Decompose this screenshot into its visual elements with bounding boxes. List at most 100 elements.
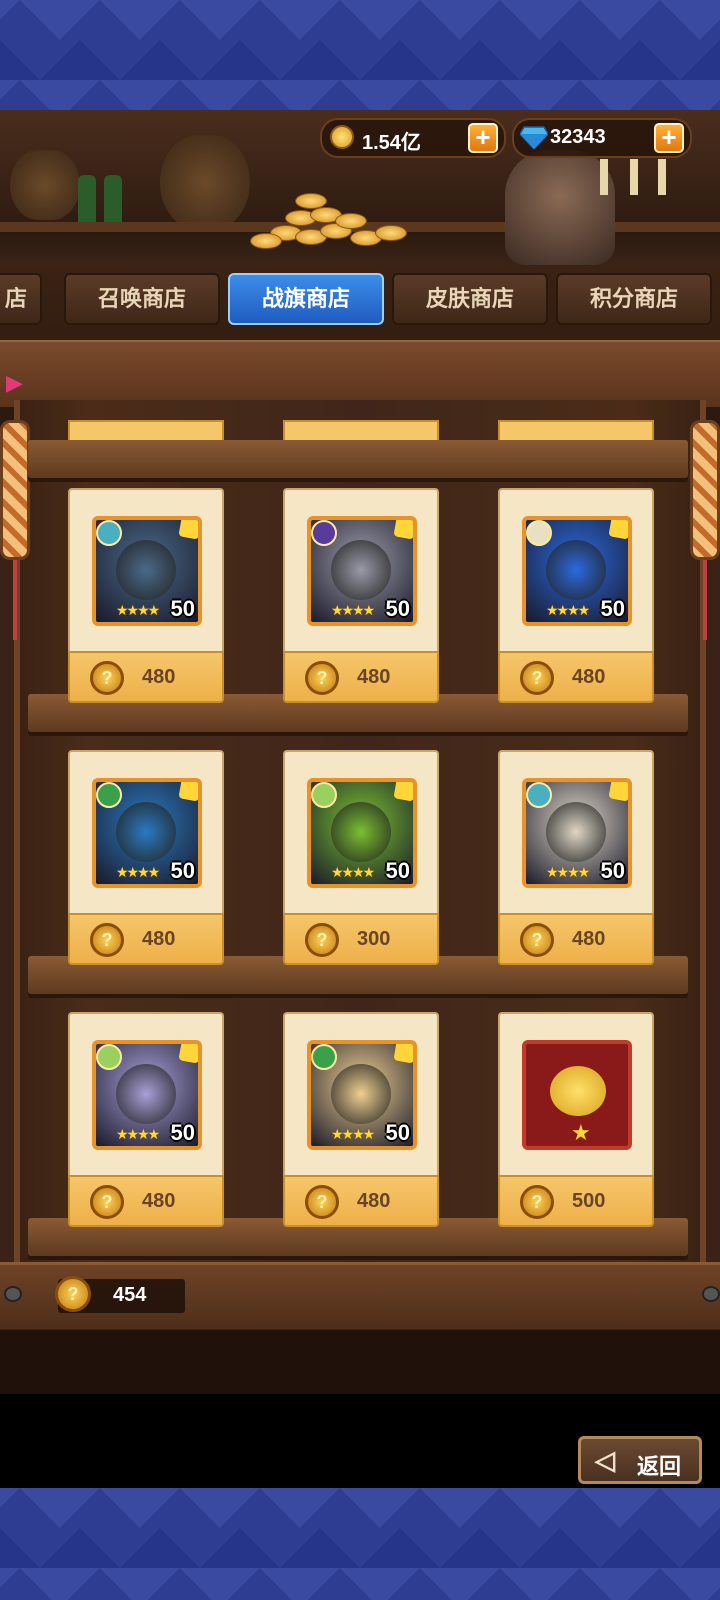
- lantern-decoration: [0, 420, 30, 560]
- star-icon: ★: [571, 1120, 591, 1145]
- shop-item-card[interactable]: ★★★★ 50? 480: [68, 750, 224, 965]
- lantern-decoration: [690, 420, 720, 560]
- puzzle-piece-icon: [393, 782, 413, 802]
- star-rating: ★★★★: [116, 1126, 160, 1142]
- shop-item-card[interactable]: ★★★★ 50? 480: [283, 488, 439, 703]
- hero-face-image: [331, 540, 391, 600]
- hero-face-image: [546, 540, 606, 600]
- faction-icon: [526, 520, 552, 546]
- back-button[interactable]: ◁ 返回: [578, 1436, 702, 1484]
- shop-item-card[interactable]: ★★★★ 50 ? 300: [283, 750, 439, 965]
- tab-skin-shop[interactable]: 皮肤商店: [392, 273, 548, 325]
- tab-points-shop[interactable]: 积分商店: [556, 273, 712, 325]
- top-background: [0, 0, 720, 110]
- tab-partial[interactable]: 店: [0, 273, 42, 325]
- lantern-tassel: [13, 560, 17, 640]
- dark-band: [0, 1330, 720, 1394]
- banner-coin-icon: ?: [520, 1185, 554, 1219]
- shop-item-card[interactable]: ★ ? 500: [498, 1012, 654, 1227]
- lantern-tassel: [703, 560, 707, 640]
- gem-value: 32343: [550, 126, 606, 148]
- bottle-decoration: [78, 175, 96, 225]
- faction-icon: [311, 1044, 337, 1070]
- shop-item-card[interactable]: ★★★★ 50? 480: [498, 488, 654, 703]
- footer-bar: [0, 1262, 720, 1329]
- star-rating: ★★★★: [331, 1126, 375, 1142]
- item-card-top: ★★★★ 50: [68, 488, 224, 651]
- item-price-bar[interactable]: ? 480: [283, 651, 439, 703]
- basket-decoration: [10, 150, 80, 220]
- puzzle-piece-icon: [178, 782, 198, 802]
- item-price: 480: [572, 928, 606, 950]
- banner-coin-icon: ?: [305, 923, 339, 957]
- puzzle-piece-icon: [393, 1044, 413, 1064]
- shop-item-card[interactable]: ★★★★ 50? 480: [498, 750, 654, 965]
- diamond-icon: [520, 126, 548, 149]
- item-price-bar[interactable]: ? 500: [498, 1175, 654, 1227]
- hero-level: 50: [170, 1120, 195, 1145]
- star-rating: ★★★★: [331, 602, 375, 618]
- banner-coin-icon: ?: [90, 923, 124, 957]
- puzzle-piece-icon: [608, 782, 628, 802]
- item-price-bar[interactable]: ? 300: [283, 913, 439, 965]
- shopkeeper-image: [505, 150, 615, 265]
- hero-portrait: ★★★★ 50: [307, 778, 417, 888]
- item-price-bar[interactable]: ? 480: [498, 651, 654, 703]
- gem-resource: 32343 +: [512, 118, 692, 158]
- item-price-bar[interactable]: ? 480: [498, 913, 654, 965]
- side-panel-arrow-icon[interactable]: ▶: [6, 370, 23, 396]
- item-price-bar[interactable]: ? 480: [68, 1175, 224, 1227]
- item-price-bar[interactable]: ? 480: [68, 913, 224, 965]
- shop-item-card[interactable]: ★★★★ 50? 480: [283, 1012, 439, 1227]
- item-card-top: ★★★★ 50: [283, 488, 439, 651]
- hero-level: 50: [385, 858, 410, 883]
- candle-decoration: [600, 159, 608, 195]
- faction-icon: [526, 782, 552, 808]
- item-price: 480: [142, 928, 176, 950]
- item-card-top: ★★★★ 50: [283, 750, 439, 913]
- faction-icon: [96, 782, 122, 808]
- item-price-bar[interactable]: ? 480: [283, 1175, 439, 1227]
- tab-summon-shop[interactable]: 召唤商店: [64, 273, 220, 325]
- star-rating: ★★★★: [546, 602, 590, 618]
- puzzle-piece-icon: [393, 520, 413, 540]
- add-gem-button[interactable]: +: [654, 123, 684, 153]
- puzzle-piece-icon: [178, 1044, 198, 1064]
- banner-coin-icon: ?: [305, 661, 339, 695]
- hero-portrait: ★★★★ 50: [92, 516, 202, 626]
- balance-value: 454: [113, 1284, 147, 1306]
- hero-level: 50: [600, 596, 625, 621]
- item-price: 480: [142, 1190, 176, 1212]
- hero-level: 50: [385, 596, 410, 621]
- bottom-background: [0, 1488, 720, 1600]
- hero-face-image: [331, 802, 391, 862]
- tab-banner-shop[interactable]: 战旗商店: [228, 273, 384, 325]
- gold-value: 1.54亿: [362, 132, 421, 154]
- item-price-bar[interactable]: ? 480: [68, 651, 224, 703]
- add-gold-button[interactable]: +: [468, 123, 498, 153]
- rivet-decoration: [4, 1286, 22, 1302]
- banner-coin-icon: ?: [520, 923, 554, 957]
- hero-portrait: ★★★★ 50: [522, 516, 632, 626]
- shop-item-card[interactable]: ★★★★ 50 ? 480: [68, 488, 224, 703]
- banner-coin-icon: ?: [305, 1185, 339, 1219]
- banner-coin-icon: ?: [55, 1276, 91, 1312]
- banner-coin-icon: ?: [520, 661, 554, 695]
- item-card-top: ★: [498, 1012, 654, 1175]
- star-rating: ★★★★: [116, 602, 160, 618]
- item-card-top: ★★★★ 50: [498, 750, 654, 913]
- item-price: 480: [357, 666, 391, 688]
- shelf-plank: [28, 440, 688, 478]
- star-rating: ★★★★: [546, 864, 590, 880]
- item-price: 480: [572, 666, 606, 688]
- banner-coin-icon: ?: [90, 661, 124, 695]
- gold-coin-icon: [330, 125, 354, 149]
- hero-portrait: ★★★★ 50: [307, 516, 417, 626]
- hero-level: 50: [600, 858, 625, 883]
- golden-pig-icon: ★: [522, 1040, 632, 1150]
- coin-pile-image: [170, 185, 440, 255]
- hero-level: 50: [170, 858, 195, 883]
- star-rating: ★★★★: [331, 864, 375, 880]
- back-arrow-icon: ◁: [595, 1445, 615, 1475]
- shop-item-card[interactable]: ★★★★ 50 ? 480: [68, 1012, 224, 1227]
